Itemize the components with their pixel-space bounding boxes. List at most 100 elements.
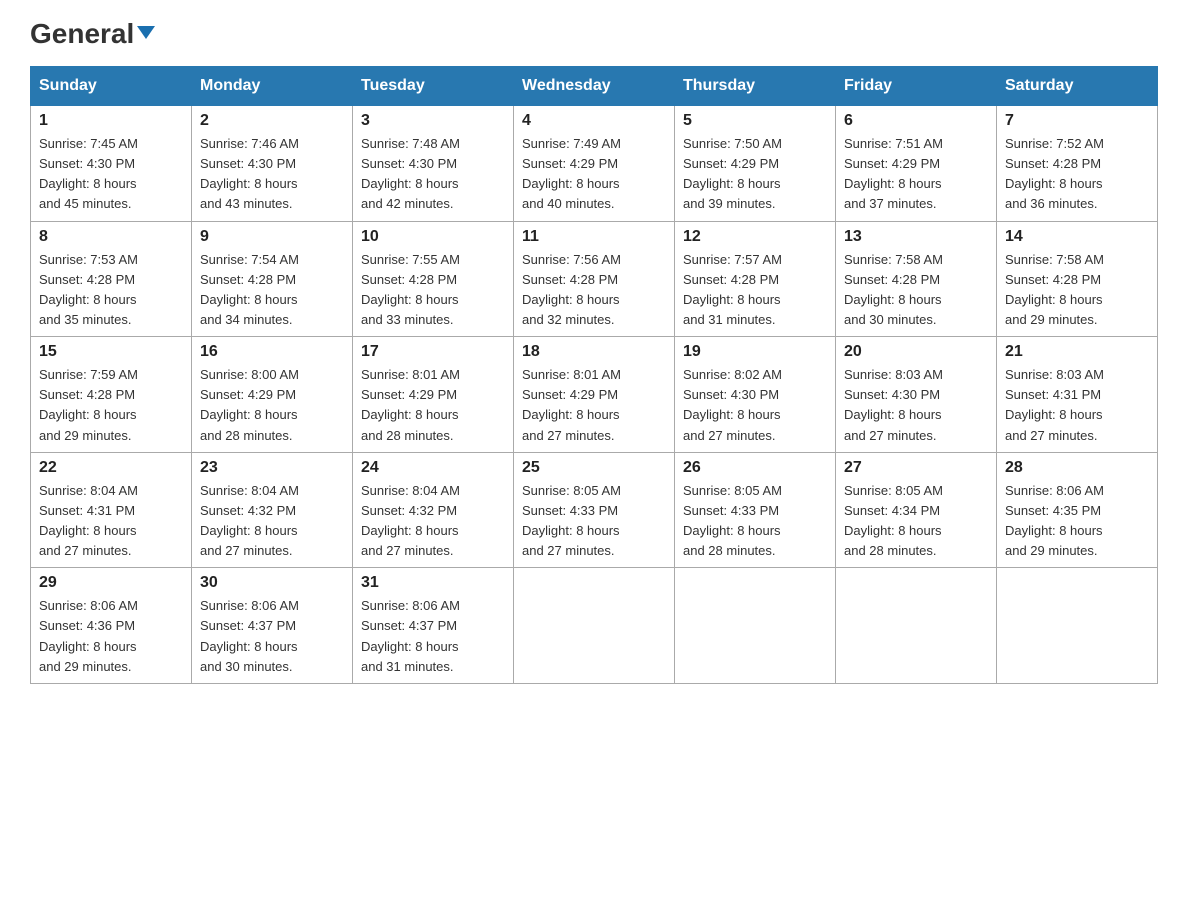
calendar-day-cell <box>997 568 1158 684</box>
day-number: 5 <box>683 112 827 130</box>
day-info: Sunrise: 7:46 AMSunset: 4:30 PMDaylight:… <box>200 134 344 215</box>
day-info: Sunrise: 7:58 AMSunset: 4:28 PMDaylight:… <box>1005 250 1149 331</box>
calendar-day-cell: 17 Sunrise: 8:01 AMSunset: 4:29 PMDaylig… <box>353 337 514 453</box>
column-header-tuesday: Tuesday <box>353 67 514 106</box>
day-number: 16 <box>200 343 344 361</box>
day-number: 20 <box>844 343 988 361</box>
day-info: Sunrise: 7:52 AMSunset: 4:28 PMDaylight:… <box>1005 134 1149 215</box>
day-number: 2 <box>200 112 344 130</box>
calendar-day-cell: 10 Sunrise: 7:55 AMSunset: 4:28 PMDaylig… <box>353 221 514 337</box>
day-number: 11 <box>522 228 666 246</box>
calendar-week-row: 29 Sunrise: 8:06 AMSunset: 4:36 PMDaylig… <box>31 568 1158 684</box>
day-info: Sunrise: 7:56 AMSunset: 4:28 PMDaylight:… <box>522 250 666 331</box>
day-number: 12 <box>683 228 827 246</box>
calendar-day-cell: 7 Sunrise: 7:52 AMSunset: 4:28 PMDayligh… <box>997 106 1158 222</box>
day-number: 30 <box>200 574 344 592</box>
day-info: Sunrise: 8:05 AMSunset: 4:34 PMDaylight:… <box>844 481 988 562</box>
day-info: Sunrise: 8:00 AMSunset: 4:29 PMDaylight:… <box>200 365 344 446</box>
day-info: Sunrise: 8:04 AMSunset: 4:32 PMDaylight:… <box>361 481 505 562</box>
day-info: Sunrise: 8:01 AMSunset: 4:29 PMDaylight:… <box>522 365 666 446</box>
day-number: 17 <box>361 343 505 361</box>
day-number: 10 <box>361 228 505 246</box>
calendar-day-cell: 19 Sunrise: 8:02 AMSunset: 4:30 PMDaylig… <box>675 337 836 453</box>
calendar-day-cell: 3 Sunrise: 7:48 AMSunset: 4:30 PMDayligh… <box>353 106 514 222</box>
calendar-day-cell <box>675 568 836 684</box>
column-header-friday: Friday <box>836 67 997 106</box>
day-info: Sunrise: 8:01 AMSunset: 4:29 PMDaylight:… <box>361 365 505 446</box>
day-number: 19 <box>683 343 827 361</box>
calendar-day-cell: 26 Sunrise: 8:05 AMSunset: 4:33 PMDaylig… <box>675 452 836 568</box>
calendar-day-cell: 1 Sunrise: 7:45 AMSunset: 4:30 PMDayligh… <box>31 106 192 222</box>
day-info: Sunrise: 8:05 AMSunset: 4:33 PMDaylight:… <box>522 481 666 562</box>
day-number: 15 <box>39 343 183 361</box>
day-number: 22 <box>39 459 183 477</box>
day-number: 21 <box>1005 343 1149 361</box>
calendar-day-cell <box>836 568 997 684</box>
logo-triangle-icon <box>137 26 155 39</box>
day-info: Sunrise: 7:49 AMSunset: 4:29 PMDaylight:… <box>522 134 666 215</box>
day-info: Sunrise: 8:06 AMSunset: 4:36 PMDaylight:… <box>39 596 183 677</box>
day-info: Sunrise: 7:59 AMSunset: 4:28 PMDaylight:… <box>39 365 183 446</box>
day-info: Sunrise: 8:03 AMSunset: 4:30 PMDaylight:… <box>844 365 988 446</box>
day-info: Sunrise: 7:51 AMSunset: 4:29 PMDaylight:… <box>844 134 988 215</box>
column-header-wednesday: Wednesday <box>514 67 675 106</box>
calendar-day-cell: 12 Sunrise: 7:57 AMSunset: 4:28 PMDaylig… <box>675 221 836 337</box>
day-number: 18 <box>522 343 666 361</box>
day-number: 29 <box>39 574 183 592</box>
day-number: 7 <box>1005 112 1149 130</box>
calendar-day-cell: 24 Sunrise: 8:04 AMSunset: 4:32 PMDaylig… <box>353 452 514 568</box>
calendar-day-cell: 15 Sunrise: 7:59 AMSunset: 4:28 PMDaylig… <box>31 337 192 453</box>
column-header-thursday: Thursday <box>675 67 836 106</box>
calendar-day-cell: 25 Sunrise: 8:05 AMSunset: 4:33 PMDaylig… <box>514 452 675 568</box>
calendar-day-cell: 8 Sunrise: 7:53 AMSunset: 4:28 PMDayligh… <box>31 221 192 337</box>
day-number: 28 <box>1005 459 1149 477</box>
calendar-day-cell: 23 Sunrise: 8:04 AMSunset: 4:32 PMDaylig… <box>192 452 353 568</box>
day-number: 6 <box>844 112 988 130</box>
day-info: Sunrise: 8:03 AMSunset: 4:31 PMDaylight:… <box>1005 365 1149 446</box>
column-header-saturday: Saturday <box>997 67 1158 106</box>
logo: General <box>30 20 155 46</box>
calendar-week-row: 8 Sunrise: 7:53 AMSunset: 4:28 PMDayligh… <box>31 221 1158 337</box>
calendar-day-cell: 22 Sunrise: 8:04 AMSunset: 4:31 PMDaylig… <box>31 452 192 568</box>
day-number: 1 <box>39 112 183 130</box>
day-info: Sunrise: 8:04 AMSunset: 4:31 PMDaylight:… <box>39 481 183 562</box>
calendar-day-cell: 5 Sunrise: 7:50 AMSunset: 4:29 PMDayligh… <box>675 106 836 222</box>
day-number: 13 <box>844 228 988 246</box>
day-number: 23 <box>200 459 344 477</box>
calendar-header-row: SundayMondayTuesdayWednesdayThursdayFrid… <box>31 67 1158 106</box>
calendar-day-cell: 27 Sunrise: 8:05 AMSunset: 4:34 PMDaylig… <box>836 452 997 568</box>
calendar-week-row: 15 Sunrise: 7:59 AMSunset: 4:28 PMDaylig… <box>31 337 1158 453</box>
calendar-day-cell: 20 Sunrise: 8:03 AMSunset: 4:30 PMDaylig… <box>836 337 997 453</box>
day-number: 8 <box>39 228 183 246</box>
day-info: Sunrise: 8:06 AMSunset: 4:37 PMDaylight:… <box>200 596 344 677</box>
day-number: 26 <box>683 459 827 477</box>
calendar-day-cell: 29 Sunrise: 8:06 AMSunset: 4:36 PMDaylig… <box>31 568 192 684</box>
calendar-day-cell: 6 Sunrise: 7:51 AMSunset: 4:29 PMDayligh… <box>836 106 997 222</box>
day-info: Sunrise: 7:57 AMSunset: 4:28 PMDaylight:… <box>683 250 827 331</box>
day-info: Sunrise: 7:54 AMSunset: 4:28 PMDaylight:… <box>200 250 344 331</box>
logo-main-text: General <box>30 20 155 48</box>
calendar-table: SundayMondayTuesdayWednesdayThursdayFrid… <box>30 66 1158 684</box>
day-number: 25 <box>522 459 666 477</box>
day-info: Sunrise: 7:55 AMSunset: 4:28 PMDaylight:… <box>361 250 505 331</box>
calendar-day-cell: 4 Sunrise: 7:49 AMSunset: 4:29 PMDayligh… <box>514 106 675 222</box>
calendar-week-row: 1 Sunrise: 7:45 AMSunset: 4:30 PMDayligh… <box>31 106 1158 222</box>
day-number: 27 <box>844 459 988 477</box>
calendar-day-cell: 18 Sunrise: 8:01 AMSunset: 4:29 PMDaylig… <box>514 337 675 453</box>
column-header-sunday: Sunday <box>31 67 192 106</box>
page-header: General <box>30 20 1158 46</box>
day-number: 4 <box>522 112 666 130</box>
calendar-day-cell: 21 Sunrise: 8:03 AMSunset: 4:31 PMDaylig… <box>997 337 1158 453</box>
calendar-day-cell <box>514 568 675 684</box>
day-number: 9 <box>200 228 344 246</box>
day-info: Sunrise: 7:50 AMSunset: 4:29 PMDaylight:… <box>683 134 827 215</box>
day-info: Sunrise: 7:58 AMSunset: 4:28 PMDaylight:… <box>844 250 988 331</box>
calendar-day-cell: 9 Sunrise: 7:54 AMSunset: 4:28 PMDayligh… <box>192 221 353 337</box>
calendar-day-cell: 11 Sunrise: 7:56 AMSunset: 4:28 PMDaylig… <box>514 221 675 337</box>
calendar-day-cell: 2 Sunrise: 7:46 AMSunset: 4:30 PMDayligh… <box>192 106 353 222</box>
day-number: 3 <box>361 112 505 130</box>
calendar-day-cell: 14 Sunrise: 7:58 AMSunset: 4:28 PMDaylig… <box>997 221 1158 337</box>
day-info: Sunrise: 8:06 AMSunset: 4:35 PMDaylight:… <box>1005 481 1149 562</box>
day-number: 31 <box>361 574 505 592</box>
column-header-monday: Monday <box>192 67 353 106</box>
